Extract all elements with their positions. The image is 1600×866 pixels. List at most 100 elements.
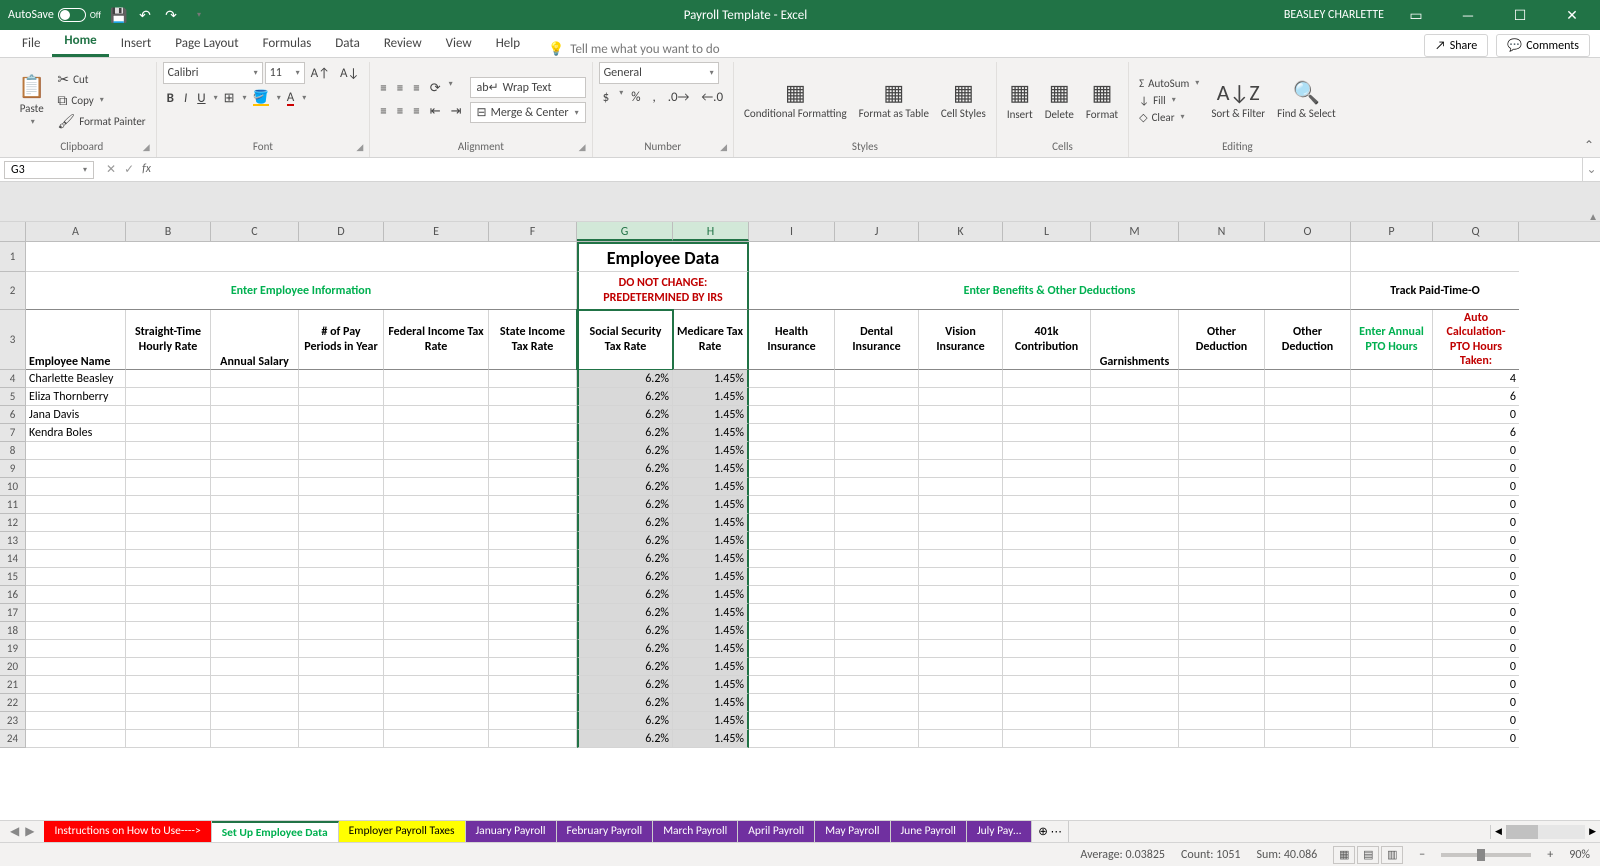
cell-F9[interactable] (489, 460, 577, 478)
cell-K4[interactable] (919, 370, 1003, 388)
cell-P11[interactable] (1351, 496, 1433, 514)
cell-E6[interactable] (384, 406, 489, 424)
maximize-icon[interactable]: ☐ (1500, 1, 1540, 29)
cell-Q9[interactable]: 0 (1433, 460, 1519, 478)
cell-J23[interactable] (835, 712, 919, 730)
cell-G14[interactable]: 6.2% (577, 550, 673, 568)
cell-N7[interactable] (1179, 424, 1265, 442)
paste-button[interactable]: 📋Paste▾ (14, 71, 49, 129)
cell-K7[interactable] (919, 424, 1003, 442)
cell-P20[interactable] (1351, 658, 1433, 676)
cell-F10[interactable] (489, 478, 577, 496)
cell-I3[interactable]: Health Insurance (749, 310, 835, 370)
font-size-combo[interactable]: 11▾ (265, 62, 305, 84)
row-header-11[interactable]: 11 (0, 496, 26, 514)
sheet-tab-9[interactable]: July Pay… (967, 821, 1032, 843)
cell-O20[interactable] (1265, 658, 1351, 676)
sheet-tab-3[interactable]: January Payroll (466, 821, 557, 843)
cell-F24[interactable] (489, 730, 577, 748)
cell-H24[interactable]: 1.45% (673, 730, 749, 748)
cell-O4[interactable] (1265, 370, 1351, 388)
fx-icon[interactable]: fx (142, 162, 151, 177)
cell-M17[interactable] (1091, 604, 1179, 622)
cell-N11[interactable] (1179, 496, 1265, 514)
cell-I11[interactable] (749, 496, 835, 514)
cell-O17[interactable] (1265, 604, 1351, 622)
cell-N14[interactable] (1179, 550, 1265, 568)
cell-I19[interactable] (749, 640, 835, 658)
col-header-A[interactable]: A (26, 222, 126, 241)
cell-C3[interactable]: Annual Salary (211, 310, 299, 370)
cell-H15[interactable]: 1.45% (673, 568, 749, 586)
cell-A1[interactable] (26, 242, 577, 272)
cell-O22[interactable] (1265, 694, 1351, 712)
row-header-23[interactable]: 23 (0, 712, 26, 730)
italic-button[interactable]: I (180, 89, 191, 108)
cell-N19[interactable] (1179, 640, 1265, 658)
comma-icon[interactable]: , (649, 88, 660, 107)
cell-P8[interactable] (1351, 442, 1433, 460)
cell-M16[interactable] (1091, 586, 1179, 604)
cell-K5[interactable] (919, 388, 1003, 406)
cell-F12[interactable] (489, 514, 577, 532)
cell-N24[interactable] (1179, 730, 1265, 748)
cell-B6[interactable] (126, 406, 211, 424)
cell-N17[interactable] (1179, 604, 1265, 622)
cell-D21[interactable] (299, 676, 384, 694)
row-header-14[interactable]: 14 (0, 550, 26, 568)
cell-E13[interactable] (384, 532, 489, 550)
cell-L8[interactable] (1003, 442, 1091, 460)
cell-C17[interactable] (211, 604, 299, 622)
cell-D4[interactable] (299, 370, 384, 388)
row-header-1[interactable]: 1 (0, 242, 26, 272)
cell-H22[interactable]: 1.45% (673, 694, 749, 712)
cell-C24[interactable] (211, 730, 299, 748)
cell-O18[interactable] (1265, 622, 1351, 640)
cell-A19[interactable] (26, 640, 126, 658)
cell-N20[interactable] (1179, 658, 1265, 676)
cell-F16[interactable] (489, 586, 577, 604)
cell-H10[interactable]: 1.45% (673, 478, 749, 496)
cell-L18[interactable] (1003, 622, 1091, 640)
qat-dropdown-icon[interactable]: ▾ (191, 7, 207, 23)
cell-E15[interactable] (384, 568, 489, 586)
cut-button[interactable]: ✂Cut (53, 70, 149, 89)
cell-E19[interactable] (384, 640, 489, 658)
cell-P14[interactable] (1351, 550, 1433, 568)
collapse-ribbon-icon[interactable]: ⌃ (1584, 138, 1594, 153)
merge-center-button[interactable]: ⊟Merge & Center▾ (470, 102, 586, 123)
cell-C9[interactable] (211, 460, 299, 478)
delete-cells-button[interactable]: ▦Delete (1041, 77, 1078, 123)
comments-button[interactable]: 💬Comments (1496, 34, 1590, 57)
cell-L14[interactable] (1003, 550, 1091, 568)
cell-N15[interactable] (1179, 568, 1265, 586)
cell-G1[interactable]: Employee Data (577, 242, 749, 272)
cell-E8[interactable] (384, 442, 489, 460)
sheet-tab-8[interactable]: June Payroll (891, 821, 967, 843)
cell-A4[interactable]: Charlette Beasley (26, 370, 126, 388)
col-header-J[interactable]: J (835, 222, 919, 241)
cell-A6[interactable]: Jana Davis (26, 406, 126, 424)
cell-J19[interactable] (835, 640, 919, 658)
cell-P18[interactable] (1351, 622, 1433, 640)
wrap-text-button[interactable]: ab↵Wrap Text (470, 77, 586, 98)
cell-E17[interactable] (384, 604, 489, 622)
col-header-H[interactable]: H (673, 222, 749, 241)
cell-A20[interactable] (26, 658, 126, 676)
cell-O21[interactable] (1265, 676, 1351, 694)
cell-B21[interactable] (126, 676, 211, 694)
cell-P16[interactable] (1351, 586, 1433, 604)
cell-Q8[interactable]: 0 (1433, 442, 1519, 460)
cell-N18[interactable] (1179, 622, 1265, 640)
row-header-9[interactable]: 9 (0, 460, 26, 478)
cell-L17[interactable] (1003, 604, 1091, 622)
row-header-22[interactable]: 22 (0, 694, 26, 712)
cell-P10[interactable] (1351, 478, 1433, 496)
cell-J16[interactable] (835, 586, 919, 604)
cell-G19[interactable]: 6.2% (577, 640, 673, 658)
cell-N21[interactable] (1179, 676, 1265, 694)
cell-O6[interactable] (1265, 406, 1351, 424)
cell-Q7[interactable]: 6 (1433, 424, 1519, 442)
cell-M9[interactable] (1091, 460, 1179, 478)
cell-B20[interactable] (126, 658, 211, 676)
